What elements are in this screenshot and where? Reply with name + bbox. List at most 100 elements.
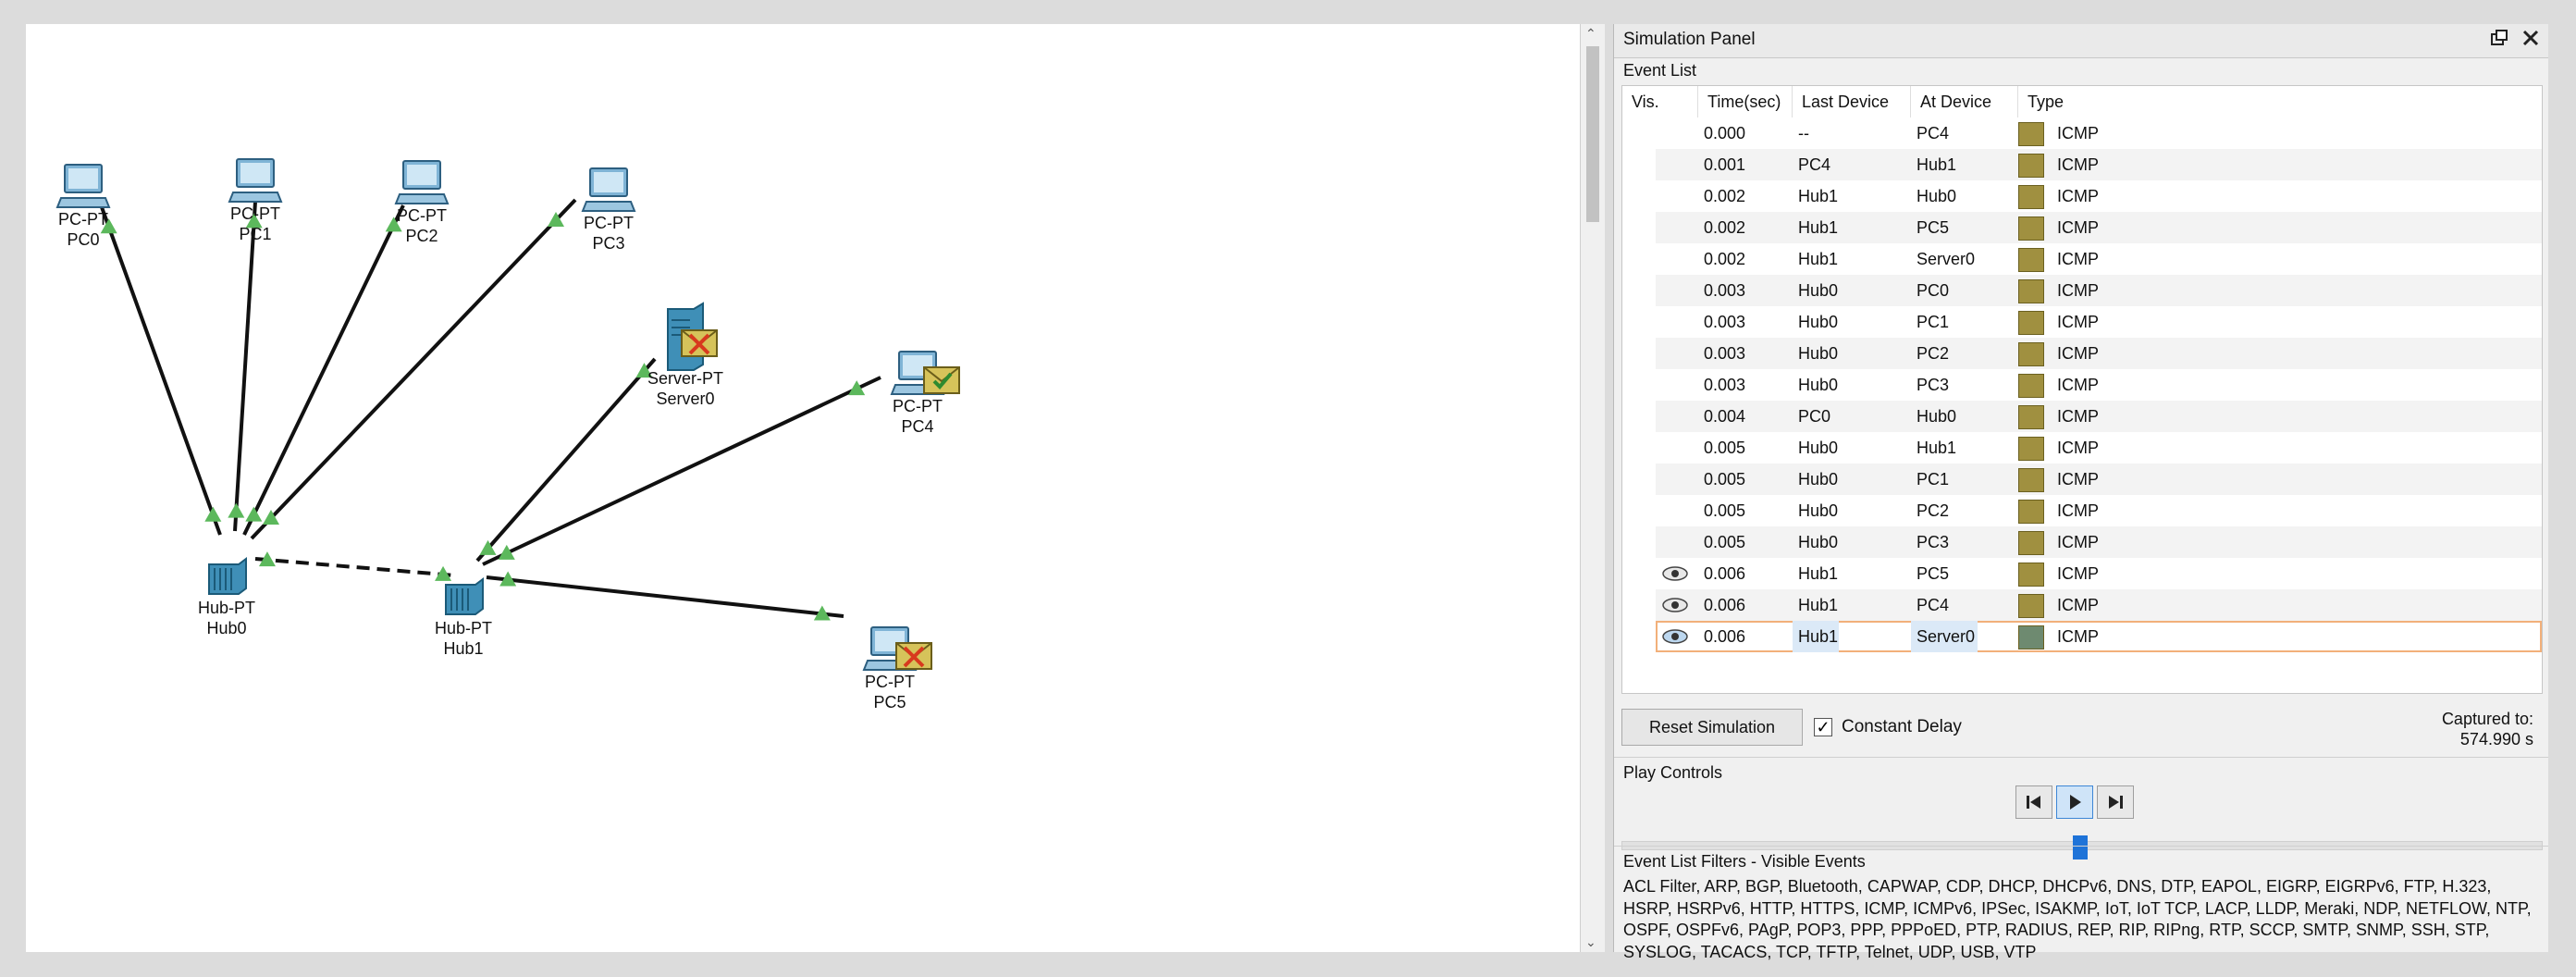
step-forward-icon <box>2109 796 2123 809</box>
scroll-up-icon[interactable]: ⌃ <box>1585 26 1596 42</box>
event-type-cell: ICMP <box>2018 495 2203 526</box>
device-pc5[interactable]: PC-PT PC5 <box>862 624 932 711</box>
pdu-success-envelope-icon[interactable] <box>923 366 960 399</box>
event-row[interactable]: 0.004 PC0 Hub0 ICMP <box>1656 401 2542 432</box>
event-list-label: Event List <box>1623 61 1697 80</box>
event-row[interactable]: 0.002 Hub1 Server0 ICMP <box>1656 243 2542 275</box>
packet-color-swatch <box>2018 563 2044 587</box>
event-row[interactable]: 0.005 Hub0 PC2 ICMP <box>1656 495 2542 526</box>
event-last-cell: Hub0 <box>1798 501 1839 520</box>
event-row[interactable]: 0.003 Hub0 PC2 ICMP <box>1656 338 2542 369</box>
event-type-label: ICMP <box>2057 124 2099 142</box>
event-type-cell: ICMP <box>2018 369 2203 401</box>
event-at-cell: Hub1 <box>1917 439 1957 457</box>
packet-color-swatch <box>2018 122 2044 146</box>
packet-color-swatch <box>2018 594 2044 618</box>
event-last-cell: Hub1 <box>1798 187 1839 205</box>
device-pc2[interactable]: PC-PT PC2 <box>394 157 450 245</box>
event-row[interactable]: 0.000 -- PC4 ICMP <box>1656 117 2542 149</box>
event-row[interactable]: 0.002 Hub1 Hub0 ICMP <box>1656 180 2542 212</box>
event-row[interactable]: 0.006 Hub1 Server0 ICMP <box>1656 621 2542 652</box>
event-last-cell: Hub0 <box>1798 313 1839 331</box>
event-time-cell: 0.004 <box>1704 407 1746 426</box>
link-pc0-hub0[interactable] <box>100 206 222 536</box>
close-icon[interactable] <box>2519 28 2543 52</box>
undock-icon[interactable] <box>2487 28 2511 52</box>
event-list-table: Vis. Time(sec) Last Device At Device Typ… <box>1621 85 2543 694</box>
visibility-eye-icon[interactable] <box>1661 628 1689 645</box>
event-at-cell: Hub1 <box>1917 155 1957 174</box>
event-time-cell: 0.005 <box>1704 533 1746 551</box>
play-button[interactable] <box>2056 785 2093 819</box>
event-type-cell: ICMP <box>2018 275 2203 306</box>
event-time-cell: 0.003 <box>1704 281 1746 300</box>
device-model-label: Hub-PT <box>197 599 256 617</box>
event-type-cell: ICMP <box>2018 212 2203 243</box>
link-pc3-hub0[interactable] <box>250 198 577 540</box>
col-time[interactable]: Time(sec) <box>1698 86 1793 117</box>
event-type-label: ICMP <box>2057 313 2099 331</box>
event-last-cell: Hub0 <box>1798 533 1839 551</box>
link-hub0-hub1[interactable] <box>254 557 456 577</box>
event-row[interactable]: 0.006 Hub1 PC4 ICMP <box>1656 589 2542 621</box>
event-time-cell: 0.001 <box>1704 155 1746 174</box>
link-pc1-hub0[interactable] <box>233 201 257 532</box>
constant-delay-checkbox[interactable]: ✓ <box>1814 718 1832 736</box>
event-row[interactable]: 0.006 Hub1 PC5 ICMP <box>1656 558 2542 589</box>
device-pc0[interactable]: PC-PT PC0 <box>55 161 111 249</box>
reset-simulation-button[interactable]: Reset Simulation <box>1621 709 1803 746</box>
workspace-scrollbar[interactable]: ⌃ ⌄ <box>1580 24 1605 952</box>
event-list-filters: Event List Filters - Visible Events ACL … <box>1614 846 2548 961</box>
event-at-cell: PC1 <box>1917 470 1950 488</box>
device-pc3[interactable]: PC-PT PC3 <box>581 165 636 253</box>
step-forward-button[interactable] <box>2097 785 2134 819</box>
device-name-label: PC3 <box>592 234 625 253</box>
event-row[interactable]: 0.005 Hub0 Hub1 ICMP <box>1656 432 2542 464</box>
event-type-label: ICMP <box>2057 187 2099 205</box>
packet-color-swatch <box>2018 374 2044 398</box>
col-last-device[interactable]: Last Device <box>1793 86 1911 117</box>
col-type[interactable]: Type <box>2018 86 2542 117</box>
step-back-button[interactable] <box>2015 785 2052 819</box>
scrollbar-thumb[interactable] <box>1586 46 1599 222</box>
event-row[interactable]: 0.003 Hub0 PC0 ICMP <box>1656 275 2542 306</box>
event-type-label: ICMP <box>2057 344 2099 363</box>
visibility-eye-icon[interactable] <box>1661 565 1689 582</box>
event-row[interactable]: 0.003 Hub0 PC1 ICMP <box>1656 306 2542 338</box>
visibility-eye-icon[interactable] <box>1661 597 1689 613</box>
event-at-cell: PC2 <box>1917 344 1950 363</box>
event-type-cell: ICMP <box>2018 306 2203 338</box>
play-icon <box>2070 795 2081 810</box>
packet-color-swatch <box>2018 279 2044 303</box>
col-vis[interactable]: Vis. <box>1622 86 1698 117</box>
event-row[interactable]: 0.003 Hub0 PC3 ICMP <box>1656 369 2542 401</box>
link-server0-hub1[interactable] <box>475 357 657 563</box>
pdu-failed-envelope-icon[interactable] <box>681 329 718 362</box>
device-pc1[interactable]: PC-PT PC1 <box>228 155 283 243</box>
event-at-cell: PC4 <box>1917 596 1950 614</box>
event-type-cell: ICMP <box>2018 432 2203 464</box>
event-row[interactable]: 0.002 Hub1 PC5 ICMP <box>1656 212 2542 243</box>
event-type-cell: ICMP <box>2018 117 2203 149</box>
visible-events-list[interactable]: ACL Filter, ARP, BGP, Bluetooth, CAPWAP,… <box>1623 876 2539 963</box>
device-hub1[interactable]: Hub-PT Hub1 <box>435 577 492 658</box>
event-last-cell: Hub1 <box>1798 596 1839 614</box>
device-server0[interactable]: Server-PT Server0 <box>647 302 723 408</box>
device-pc4[interactable]: PC-PT PC4 <box>890 348 960 436</box>
pdu-failed-envelope-icon[interactable] <box>895 642 932 674</box>
event-row[interactable]: 0.005 Hub0 PC1 ICMP <box>1656 464 2542 495</box>
link-pc5-hub1[interactable] <box>486 575 844 618</box>
scroll-down-icon[interactable]: ⌄ <box>1585 934 1596 950</box>
event-row[interactable]: 0.001 PC4 Hub1 ICMP <box>1656 149 2542 180</box>
device-model-label: PC-PT <box>397 206 447 225</box>
device-hub0[interactable]: Hub-PT Hub0 <box>198 557 255 637</box>
link-pc2-hub0[interactable] <box>242 204 405 536</box>
packet-color-swatch <box>2018 531 2044 555</box>
captured-to-label: Captured to: <box>2441 710 2533 728</box>
link-status-up-icon <box>228 502 245 518</box>
event-at-cell: PC5 <box>1917 218 1950 237</box>
logical-workspace[interactable]: PC-PT PC0 PC-PT PC1 PC-PT PC2 PC-PT PC3 Server-P… <box>26 24 1580 952</box>
col-at-device[interactable]: At Device <box>1911 86 2018 117</box>
event-row[interactable]: 0.005 Hub0 PC3 ICMP <box>1656 526 2542 558</box>
device-name-label: PC1 <box>239 225 272 243</box>
